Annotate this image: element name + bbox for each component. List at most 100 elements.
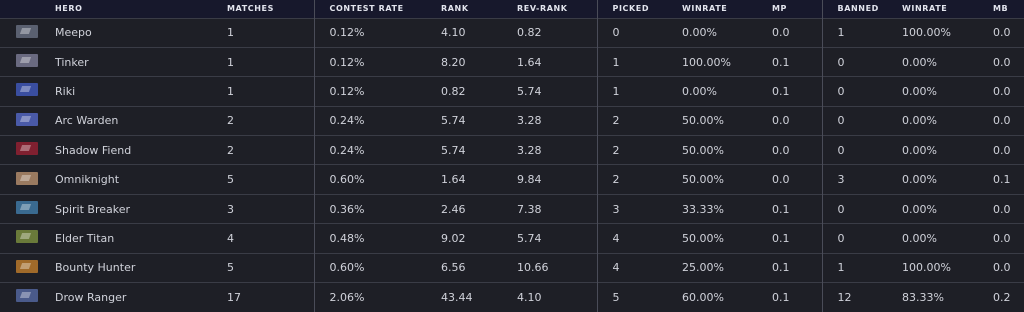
table-row[interactable]: Elder Titan 4 0.48% 9.02 5.74 4 50.00% 0.1 0 0.00…	[0, 223, 1024, 254]
winrate-picked-value: 50.00%	[682, 143, 724, 157]
drow-ranger-icon	[16, 289, 38, 303]
mp-value: 0.0	[772, 164, 823, 195]
matches-value: 17	[227, 282, 315, 312]
table-row[interactable]: Drow Ranger 17 2.06% 43.44 4.10 5 60.00% 0.1 12 8…	[0, 282, 1024, 312]
hero-icon-cell	[0, 224, 55, 253]
col-header-contest-rate[interactable]: CONTEST RATE	[314, 0, 441, 18]
hero-icon-cell	[0, 106, 55, 135]
mb-value: 0.0	[993, 261, 1011, 275]
mb-value: 0.0	[993, 114, 1011, 128]
mb-value: 0.0	[993, 143, 1011, 157]
rank-value: 5.74	[441, 114, 466, 128]
mb-value: 0.0	[993, 55, 1011, 69]
rank-value: 1.64	[441, 173, 466, 187]
spirit-breaker-icon	[16, 201, 38, 215]
winrate-picked-value: 50.00%	[682, 231, 724, 245]
mp-value: 0.1	[772, 223, 823, 254]
picked-value: 1	[612, 84, 620, 98]
contest-rate-value: 2.06%	[329, 290, 365, 304]
rev-rank-value: 7.38	[517, 194, 598, 224]
rev-rank-value: 5.74	[517, 223, 598, 254]
matches-value: 2	[227, 106, 315, 136]
contest-rate-value: 0.12%	[329, 84, 365, 98]
bounty-hunter-icon	[16, 259, 38, 273]
table-row[interactable]: Riki 1 0.12% 0.82 5.74 1 0.00% 0.1 0 0.00% 0.0	[0, 76, 1024, 107]
col-header-rank[interactable]: RANK	[441, 0, 517, 18]
mp-value: 0.1	[772, 76, 823, 107]
col-header-rev-rank[interactable]: REV-RANK	[517, 0, 598, 18]
omniknight-icon	[16, 171, 38, 185]
rev-rank-value: 3.28	[517, 135, 598, 165]
winrate-banned-value: 0.00%	[902, 173, 937, 187]
col-header-hero[interactable]: HERO	[55, 0, 227, 18]
rank-value: 43.44	[441, 290, 473, 304]
mp-value: 0.1	[772, 194, 823, 224]
matches-value: 3	[227, 194, 315, 224]
rev-rank-value: 10.66	[517, 253, 598, 283]
col-header-matches[interactable]: MATCHES	[227, 0, 315, 18]
contest-rate-value: 0.12%	[329, 55, 365, 69]
table-row[interactable]: Spirit Breaker 3 0.36% 2.46 7.38 3 33.33% 0.1 0 0…	[0, 194, 1024, 224]
rank-value: 2.46	[441, 202, 466, 216]
hero-stats-table: HERO MATCHES CONTEST RATE RANK REV-RANK …	[0, 0, 1024, 312]
winrate-banned-value: 0.00%	[902, 143, 937, 157]
elder-titan-icon	[16, 230, 38, 244]
rank-value: 8.20	[441, 55, 466, 69]
table-row[interactable]: Meepo 1 0.12% 4.10 0.82 0 0.00% 0.0 1 100.00% 0.0	[0, 18, 1024, 48]
winrate-picked-value: 100.00%	[682, 55, 731, 69]
hero-icon-cell	[0, 47, 55, 76]
hero-name: Shadow Fiend	[55, 143, 132, 157]
hero-name: Elder Titan	[55, 231, 115, 245]
hero-name: Spirit Breaker	[55, 202, 131, 216]
banned-value: 0	[837, 202, 845, 216]
hero-name: Bounty Hunter	[55, 261, 136, 275]
table-row[interactable]: Omniknight 5 0.60% 1.64 9.84 2 50.00% 0.0 3 0.00%…	[0, 164, 1024, 195]
mp-value: 0.0	[772, 18, 823, 48]
table-row[interactable]: Arc Warden 2 0.24% 5.74 3.28 2 50.00% 0.0 0 0.00%…	[0, 106, 1024, 136]
table-row[interactable]: Shadow Fiend 2 0.24% 5.74 3.28 2 50.00% 0.0 0 0.0…	[0, 135, 1024, 165]
col-header-picked[interactable]: PICKED	[597, 0, 682, 18]
banned-value: 0	[837, 55, 845, 69]
arc-warden-icon	[16, 112, 38, 126]
hero-name: Riki	[55, 84, 76, 98]
contest-rate-value: 0.60%	[329, 173, 365, 187]
mb-value: 0.0	[993, 202, 1011, 216]
matches-value: 4	[227, 223, 315, 254]
banned-value: 1	[837, 26, 845, 40]
contest-rate-value: 0.36%	[329, 202, 365, 216]
mp-value: 0.1	[772, 253, 823, 283]
table-row[interactable]: Bounty Hunter 5 0.60% 6.56 10.66 4 25.00% 0.1 1 1…	[0, 253, 1024, 283]
mb-value: 0.0	[993, 231, 1011, 245]
winrate-banned-value: 83.33%	[902, 290, 944, 304]
matches-value: 5	[227, 164, 315, 195]
hero-icon-cell	[0, 253, 55, 282]
contest-rate-value: 0.60%	[329, 261, 365, 275]
rank-value: 9.02	[441, 231, 466, 245]
picked-value: 2	[612, 143, 620, 157]
col-header-winrate-banned[interactable]: WINRATE	[902, 0, 993, 18]
hero-name: Arc Warden	[55, 114, 119, 128]
winrate-picked-value: 60.00%	[682, 290, 724, 304]
col-header-banned[interactable]: BANNED	[822, 0, 902, 18]
winrate-banned-value: 0.00%	[902, 114, 937, 128]
contest-rate-value: 0.24%	[329, 114, 365, 128]
mp-value: 0.1	[772, 282, 823, 312]
tinker-icon	[16, 54, 38, 68]
winrate-picked-value: 50.00%	[682, 173, 724, 187]
rank-value: 0.82	[441, 84, 466, 98]
rev-rank-value: 3.28	[517, 106, 598, 136]
winrate-banned-value: 0.00%	[902, 84, 937, 98]
picked-value: 2	[612, 173, 620, 187]
hero-name: Tinker	[55, 55, 89, 69]
mp-value: 0.0	[772, 135, 823, 165]
winrate-banned-value: 100.00%	[902, 26, 951, 40]
col-header-mp[interactable]: MP	[772, 0, 823, 18]
rank-value: 4.10	[441, 26, 466, 40]
picked-value: 4	[612, 231, 620, 245]
table-row[interactable]: Tinker 1 0.12% 8.20 1.64 1 100.00% 0.1 0 0.00% 0.0	[0, 47, 1024, 77]
picked-value: 1	[612, 55, 620, 69]
winrate-banned-value: 100.00%	[902, 261, 951, 275]
col-header-mb[interactable]: MB	[993, 0, 1024, 18]
col-header-winrate-picked[interactable]: WINRATE	[682, 0, 772, 18]
hero-icon-cell	[0, 77, 55, 106]
